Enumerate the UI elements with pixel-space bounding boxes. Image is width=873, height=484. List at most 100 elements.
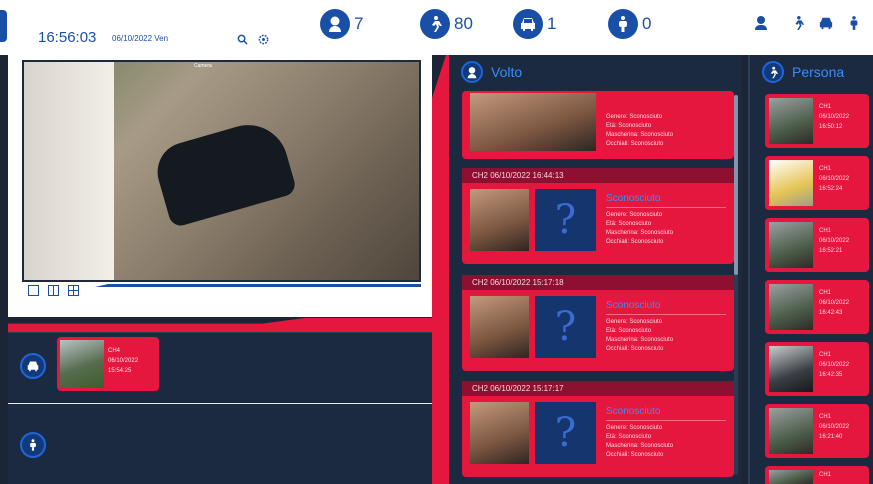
motorcycle-filter-icon[interactable] [845, 14, 863, 32]
vehicle-date: 06/10/2022 [108, 358, 139, 364]
face-thumbnail [470, 296, 530, 358]
person-thumbnail [769, 408, 813, 454]
person-count: 80 [454, 14, 473, 33]
face-scrollbar-thumb[interactable] [734, 95, 738, 275]
face-card-header: CH2 06/10/2022 15:17:18 [462, 275, 734, 290]
person-time: 16:42:35 [819, 372, 843, 378]
person-channel: CH1 [819, 104, 832, 110]
decor-red-divider [432, 55, 446, 484]
face-mask: Mascherina: Sconosciuto [606, 337, 674, 343]
camera-label: Camera [194, 63, 212, 69]
person-event-card[interactable]: CH1 [765, 466, 869, 484]
car-filter-icon[interactable] [817, 14, 835, 32]
vehicle-event-card[interactable]: CH4 06/10/2022 15:54:25 [57, 337, 159, 391]
walking-person-icon [420, 9, 450, 39]
person-time: 16:52:21 [819, 248, 843, 254]
face-filter-icon[interactable] [753, 14, 771, 32]
layout-toolbar [28, 285, 79, 296]
face-age: Età: Sconosciuto [606, 221, 652, 227]
face-counter[interactable]: 7 [320, 8, 363, 40]
single-view-button[interactable] [28, 285, 39, 296]
unknown-face-icon: ? [535, 189, 596, 251]
walking-person-icon [762, 61, 784, 83]
decor-red-band [8, 318, 432, 332]
person-panel: Persona CH1 06/10/2022 16:50:12 CH1 06/10/2… [748, 55, 873, 484]
face-card-header: CH2 06/10/2022 15:17:17 [462, 381, 734, 396]
face-age: Età: Sconosciuto [606, 328, 652, 334]
person-date: 06/10/2022 [819, 114, 850, 120]
face-mask: Mascherina: Sconosciuto [606, 132, 674, 138]
car-icon [20, 353, 46, 379]
face-gender: Genere: Sconosciuto [606, 212, 663, 218]
person-channel: CH1 [819, 228, 832, 234]
face-event-card[interactable]: CH2 06/10/2022 15:17:18 ? Sconosciuto Ge… [462, 275, 734, 371]
face-mask: Mascherina: Sconosciuto [606, 443, 674, 449]
person-channel: CH1 [819, 166, 832, 172]
person-time: 16:42:43 [819, 310, 843, 316]
face-panel-title: Volto [491, 64, 523, 80]
vehicle-counter[interactable]: 1 [513, 8, 556, 40]
person-date: 06/10/2022 [819, 362, 850, 368]
person-date: 06/10/2022 [819, 424, 850, 430]
person-event-card[interactable]: CH1 06/10/2022 16:52:24 [765, 156, 869, 210]
face-age: Età: Sconosciuto [606, 123, 652, 129]
person-thumbnail [769, 98, 813, 144]
person-date: 06/10/2022 [819, 238, 850, 244]
motorcycle-icon [608, 9, 638, 39]
clock-time: 16:56:03 [38, 29, 97, 46]
face-thumbnail [470, 93, 596, 151]
person-event-card[interactable]: CH1 06/10/2022 16:42:43 [765, 280, 869, 334]
person-time: 16:50:12 [819, 124, 843, 130]
face-identity: Sconosciuto [606, 300, 726, 315]
person-time: 16:52:24 [819, 186, 843, 192]
person-event-card[interactable]: CH1 06/10/2022 16:50:12 [765, 94, 869, 148]
face-thumbnail [470, 189, 530, 251]
person-counter[interactable]: 80 [420, 8, 473, 40]
face-count: 7 [354, 14, 364, 33]
settings-gear-icon[interactable] [257, 34, 269, 46]
clock-date: 06/10/2022 Ven [112, 34, 169, 43]
face-event-card[interactable]: Genere: Sconosciuto Età: Sconosciuto Mas… [462, 91, 734, 159]
decor-blue-line [95, 284, 421, 287]
quad-view-button[interactable] [68, 285, 79, 296]
face-event-card[interactable]: CH2 06/10/2022 15:17:17 ? Sconosciuto Ge… [462, 381, 734, 477]
vehicle-count: 1 [547, 14, 557, 33]
person-event-card[interactable]: CH1 06/10/2022 16:52:21 [765, 218, 869, 272]
person-thumbnail [769, 160, 813, 206]
face-panel: Volto Genere: Sconosciuto Età: Sconosciu… [446, 55, 742, 484]
face-scrollbar[interactable] [734, 95, 738, 475]
unknown-face-icon: ? [535, 402, 596, 464]
face-gender: Genere: Sconosciuto [606, 114, 663, 120]
face-age: Età: Sconosciuto [606, 434, 652, 440]
vehicle-time: 15:54:25 [108, 368, 132, 374]
person-channel: CH1 [819, 472, 832, 478]
motorcycle-icon [20, 432, 46, 458]
top-bar: 16:56:03 06/10/2022 Ven 7 80 1 0 [0, 0, 873, 55]
person-channel: CH1 [819, 290, 832, 296]
car-icon [513, 9, 543, 39]
face-identity: Sconosciuto [606, 406, 726, 421]
person-channel: CH1 [819, 352, 832, 358]
face-mask: Mascherina: Sconosciuto [606, 230, 674, 236]
person-event-card[interactable]: CH1 06/10/2022 16:21:40 [765, 404, 869, 458]
split-view-button[interactable] [48, 285, 59, 296]
person-thumbnail [769, 346, 813, 392]
camera-video[interactable]: Camera [22, 60, 421, 282]
face-identity: Sconosciuto [606, 193, 726, 208]
person-channel: CH1 [819, 414, 832, 420]
vehicle-panel: CH4 06/10/2022 15:54:25 [8, 332, 432, 402]
search-zoom-icon[interactable] [236, 34, 248, 46]
motorcycle-count: 0 [642, 14, 652, 33]
face-event-card[interactable]: CH2 06/10/2022 16:44:13 ? Sconosciuto Ge… [462, 168, 734, 264]
person-time: 16:21:40 [819, 434, 843, 440]
face-gender: Genere: Sconosciuto [606, 319, 663, 325]
face-icon [320, 9, 350, 39]
motorcycle-counter[interactable]: 0 [608, 8, 651, 40]
vehicle-thumbnail [60, 340, 104, 388]
person-filter-icon[interactable] [789, 14, 807, 32]
person-event-card[interactable]: CH1 06/10/2022 16:42:35 [765, 342, 869, 396]
face-gender: Genere: Sconosciuto [606, 425, 663, 431]
person-thumbnail [769, 470, 813, 484]
video-car [150, 115, 298, 229]
face-icon [461, 61, 483, 83]
